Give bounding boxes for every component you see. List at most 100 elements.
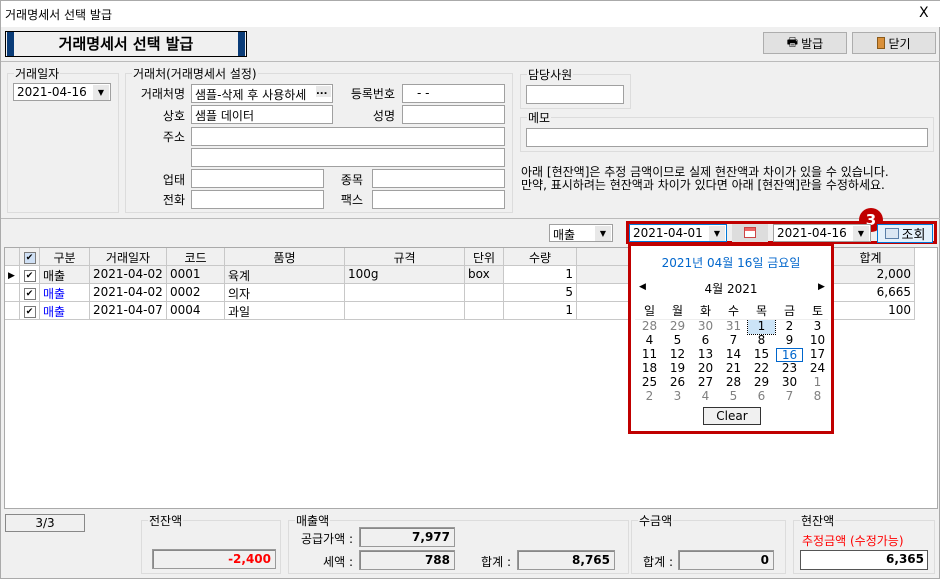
- chevron-down-icon[interactable]: ▼: [853, 226, 869, 241]
- calendar-day[interactable]: 16: [776, 348, 803, 362]
- select-all-checkbox[interactable]: ✔: [23, 252, 36, 264]
- balance-input[interactable]: 6,365: [800, 550, 928, 570]
- search-label: 조회: [901, 228, 926, 243]
- company-field[interactable]: 샘플 데이터: [191, 105, 333, 124]
- date-from-picker[interactable]: 2021-04-01 ▼: [629, 224, 727, 242]
- calendar-day[interactable]: 4: [636, 334, 663, 348]
- calendar-day[interactable]: 5: [664, 334, 691, 348]
- banner-left-bar: [7, 32, 14, 56]
- calendar-day[interactable]: 15: [748, 348, 775, 362]
- weekday-label: 일: [643, 304, 656, 318]
- owner-field[interactable]: [402, 105, 505, 124]
- table-cell: ✔: [20, 284, 40, 302]
- table-cell: [5, 302, 20, 320]
- calendar-day[interactable]: 13: [692, 348, 719, 362]
- weekday-label: 수: [727, 304, 740, 318]
- calendar-day[interactable]: 17: [804, 348, 831, 362]
- calendar-day[interactable]: 2: [636, 390, 663, 404]
- door-icon: [877, 37, 886, 49]
- print-button[interactable]: 🖶 발급: [763, 32, 847, 54]
- calendar-day[interactable]: 1: [804, 376, 831, 390]
- calendar-day[interactable]: 22: [748, 362, 775, 376]
- calendar-day[interactable]: 7: [720, 334, 747, 348]
- table-cell: 0004: [167, 302, 225, 320]
- supply-value: 7,977: [359, 527, 455, 547]
- trade-date-picker[interactable]: 2021-04-16 ▼: [13, 83, 111, 101]
- calendar-day[interactable]: 6: [748, 390, 775, 404]
- type-filter-select[interactable]: 매출 ▼: [549, 224, 613, 242]
- row-checkbox[interactable]: ✔: [23, 306, 36, 318]
- chevron-down-icon[interactable]: ▼: [93, 85, 109, 100]
- calendar-day[interactable]: 1: [747, 319, 776, 335]
- next-month-icon[interactable]: ▶: [818, 282, 825, 292]
- table-cell: 0002: [167, 284, 225, 302]
- calendar-icon: [744, 227, 756, 238]
- client-name-field[interactable]: 샘플-삭제 후 사용하세...: [191, 84, 333, 103]
- phone-field[interactable]: [191, 190, 324, 209]
- calendar-day[interactable]: 24: [804, 362, 831, 376]
- calendar-day[interactable]: 23: [776, 362, 803, 376]
- date-to-picker[interactable]: 2021-04-16 ▼: [773, 224, 871, 242]
- reg-number-field[interactable]: - -: [402, 84, 505, 103]
- calendar-day[interactable]: 6: [692, 334, 719, 348]
- calendar-day[interactable]: 30: [692, 320, 719, 334]
- chevron-down-icon[interactable]: ▼: [595, 226, 611, 241]
- title-bar: 거래명세서 선택 발급 X: [1, 1, 940, 27]
- biz-type-label: 업태: [162, 173, 185, 187]
- search-button[interactable]: 조회: [877, 224, 933, 243]
- calendar-day[interactable]: 8: [804, 390, 831, 404]
- calendar-day[interactable]: 26: [664, 376, 691, 390]
- calendar-day[interactable]: 21: [720, 362, 747, 376]
- calendar-button[interactable]: [732, 224, 768, 242]
- calendar-day[interactable]: 31: [720, 320, 747, 334]
- client-search-button[interactable]: ...: [316, 86, 331, 97]
- calendar-day[interactable]: 28: [636, 320, 663, 334]
- receipt-total-value: 0: [678, 550, 774, 570]
- calendar-day[interactable]: 3: [804, 320, 831, 334]
- row-checkbox[interactable]: ✔: [23, 288, 36, 300]
- table-cell: box: [465, 266, 504, 284]
- memo-field[interactable]: [526, 128, 928, 147]
- biz-type-field[interactable]: [191, 169, 324, 188]
- calendar-day[interactable]: 2: [776, 320, 803, 334]
- weekday-label: 토: [811, 304, 824, 318]
- sales-total-value: 8,765: [517, 550, 615, 570]
- clear-button[interactable]: Clear: [703, 407, 761, 425]
- calendar-day[interactable]: 5: [720, 390, 747, 404]
- column-header: ✔: [20, 248, 40, 266]
- calendar-day[interactable]: 3: [664, 390, 691, 404]
- address1-field[interactable]: [191, 127, 505, 146]
- calendar-day[interactable]: 18: [636, 362, 663, 376]
- calendar-day[interactable]: 12: [664, 348, 691, 362]
- table-cell: 매출: [40, 284, 90, 302]
- calendar-day[interactable]: 25: [636, 376, 663, 390]
- column-header: 합계: [827, 248, 915, 266]
- staff-field[interactable]: [526, 85, 624, 104]
- calendar-day[interactable]: 8: [748, 334, 775, 348]
- calendar-day[interactable]: 27: [692, 376, 719, 390]
- calendar-day[interactable]: 20: [692, 362, 719, 376]
- calendar-day[interactable]: 19: [664, 362, 691, 376]
- address2-field[interactable]: [191, 148, 505, 167]
- calendar-day[interactable]: 29: [748, 376, 775, 390]
- biz-item-field[interactable]: [372, 169, 505, 188]
- calendar-day[interactable]: 30: [776, 376, 803, 390]
- calendar-day[interactable]: 14: [720, 348, 747, 362]
- calendar-day[interactable]: 7: [776, 390, 803, 404]
- close-button[interactable]: 닫기: [852, 32, 936, 54]
- client-name-value: 샘플-삭제 후 사용하세: [195, 88, 307, 102]
- calendar-day[interactable]: 29: [664, 320, 691, 334]
- calendar-day[interactable]: 4: [692, 390, 719, 404]
- calendar-day[interactable]: 10: [804, 334, 831, 348]
- row-checkbox[interactable]: ✔: [23, 270, 36, 282]
- close-icon[interactable]: X: [919, 5, 929, 21]
- calendar-day[interactable]: 28: [720, 376, 747, 390]
- chevron-down-icon[interactable]: ▼: [709, 226, 725, 241]
- calendar-today-link[interactable]: 2021년 04월 16일 금요일: [631, 254, 831, 271]
- calendar-day[interactable]: 9: [776, 334, 803, 348]
- calendar-day[interactable]: 11: [636, 348, 663, 362]
- memo-label: 메모: [527, 109, 552, 126]
- trade-date-label: 거래일자: [14, 65, 61, 82]
- fax-field[interactable]: [372, 190, 505, 209]
- column-header: 단위: [465, 248, 504, 266]
